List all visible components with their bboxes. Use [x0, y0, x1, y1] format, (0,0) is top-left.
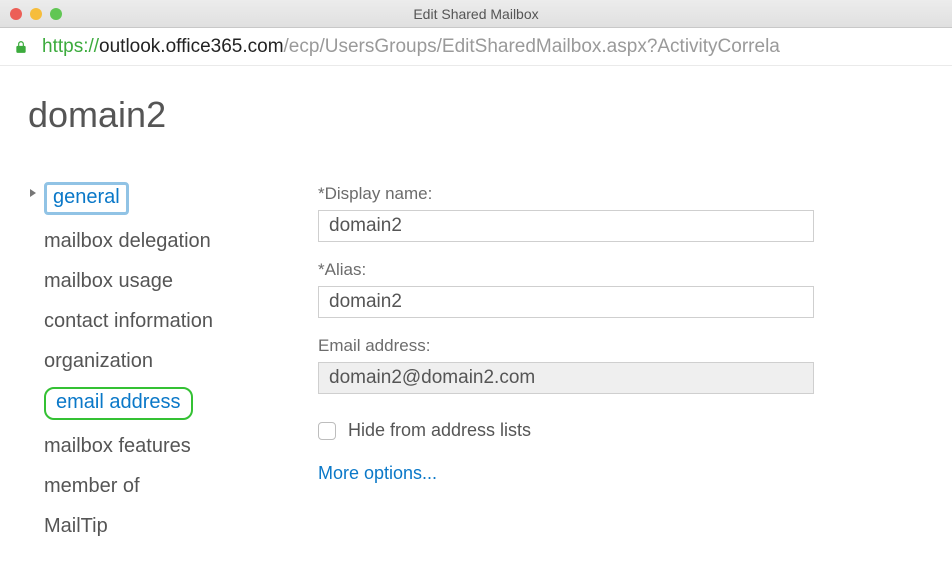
window-title: Edit Shared Mailbox — [0, 6, 952, 22]
close-window-button[interactable] — [10, 8, 22, 20]
alias-input[interactable] — [318, 286, 814, 318]
window-titlebar: Edit Shared Mailbox — [0, 0, 952, 28]
sidebar-item-contact-information[interactable]: contact information — [26, 301, 318, 341]
sidebar-menu: general mailbox delegation mailbox usage… — [18, 176, 318, 546]
content-area: domain2 general mailbox delegation mailb… — [0, 66, 952, 546]
maximize-window-button[interactable] — [50, 8, 62, 20]
caret-icon — [30, 189, 36, 197]
sidebar-item-mailbox-delegation[interactable]: mailbox delegation — [26, 221, 318, 261]
left-column: domain2 general mailbox delegation mailb… — [18, 94, 318, 546]
alias-label: *Alias: — [318, 260, 928, 280]
minimize-window-button[interactable] — [30, 8, 42, 20]
page-title: domain2 — [18, 94, 318, 136]
sidebar-item-label: member of — [44, 475, 140, 497]
sidebar-item-email-address[interactable]: email address — [26, 381, 318, 426]
sidebar-item-mailtip[interactable]: MailTip — [26, 506, 318, 546]
sidebar-item-mailbox-features[interactable]: mailbox features — [26, 426, 318, 466]
sidebar-item-label: organization — [44, 350, 153, 372]
sidebar-item-label: general — [44, 182, 129, 215]
sidebar-item-label: mailbox features — [44, 435, 191, 457]
hide-checkbox[interactable] — [318, 422, 336, 440]
sidebar-item-label: mailbox usage — [44, 270, 173, 292]
more-options-link[interactable]: More options... — [318, 463, 928, 484]
display-name-input[interactable] — [318, 210, 814, 242]
form-area: *Display name: *Alias: Email address: Hi… — [318, 94, 928, 546]
lock-icon — [14, 39, 28, 55]
email-address-input — [318, 362, 814, 394]
sidebar-item-label: MailTip — [44, 515, 108, 537]
sidebar-item-organization[interactable]: organization — [26, 341, 318, 381]
email-address-label: Email address: — [318, 336, 928, 356]
hide-checkbox-label: Hide from address lists — [348, 420, 531, 441]
traffic-lights — [10, 8, 62, 20]
sidebar-item-member-of[interactable]: member of — [26, 466, 318, 506]
display-name-label: *Display name: — [318, 184, 928, 204]
url-path: /ecp/UsersGroups/EditSharedMailbox.aspx?… — [284, 36, 780, 58]
sidebar-item-label: mailbox delegation — [44, 230, 211, 252]
address-bar[interactable]: https://outlook.office365.com/ecp/UsersG… — [0, 28, 952, 66]
sidebar-item-mailbox-usage[interactable]: mailbox usage — [26, 261, 318, 301]
url-protocol: https:// — [42, 36, 99, 58]
hide-from-lists-row[interactable]: Hide from address lists — [318, 420, 928, 441]
sidebar-item-general[interactable]: general — [26, 176, 318, 221]
sidebar-item-label: email address — [44, 387, 193, 420]
url-host: outlook.office365.com — [99, 36, 284, 58]
sidebar-item-label: contact information — [44, 310, 213, 332]
